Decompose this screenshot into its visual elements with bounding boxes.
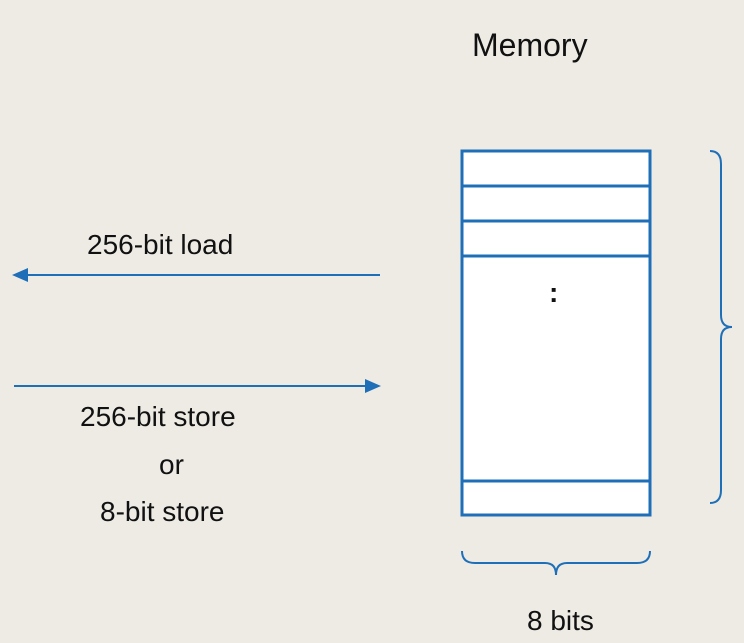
diagram-canvas <box>12 149 733 576</box>
load-arrow <box>12 268 380 282</box>
width-brace <box>461 550 651 576</box>
memory-block <box>460 149 652 517</box>
memory-title: Memory <box>472 27 588 63</box>
store-label-line3: 8-bit store <box>100 496 225 527</box>
store-label-line2: or <box>159 449 184 480</box>
memory-ellipsis: : <box>549 277 559 308</box>
load-label: 256-bit load <box>87 229 234 260</box>
width-label: 8 bits <box>527 605 594 636</box>
depth-brace <box>709 150 733 504</box>
store-arrow <box>14 379 381 393</box>
store-label-line1: 256-bit store <box>80 401 236 432</box>
